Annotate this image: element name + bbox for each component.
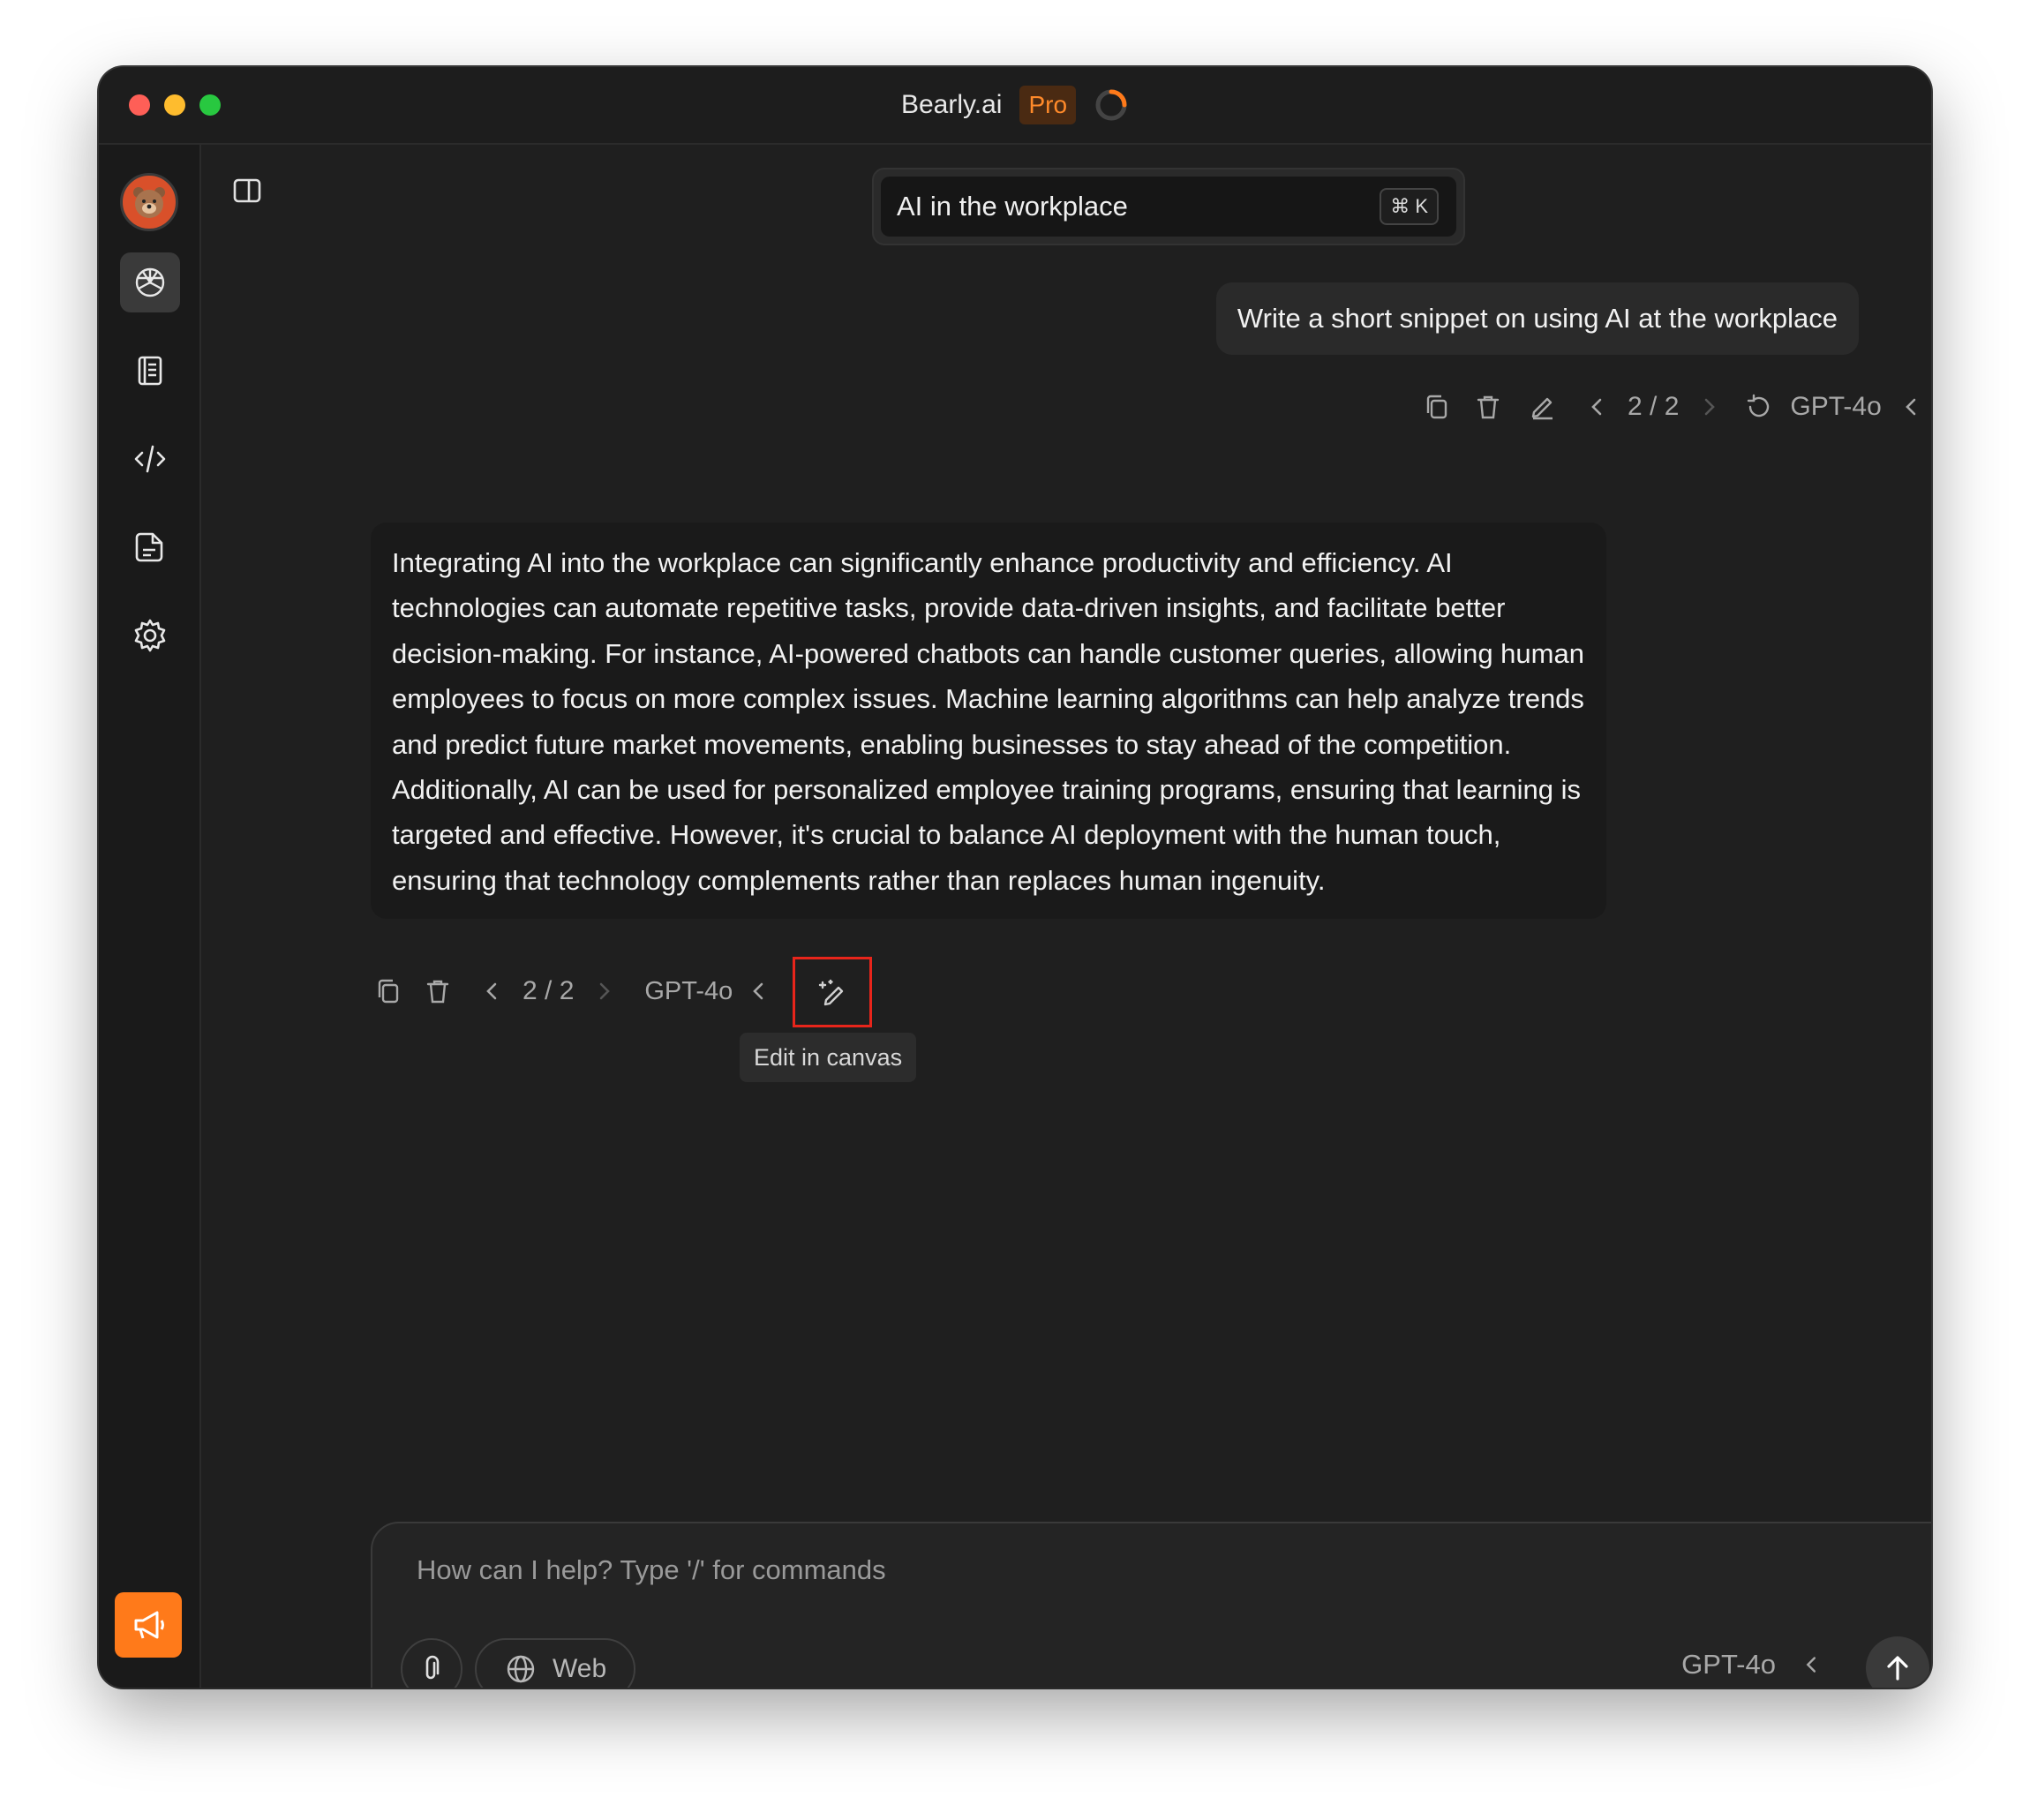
edit-in-canvas-tooltip: Edit in canvas xyxy=(740,1033,917,1082)
copy-icon[interactable] xyxy=(1423,393,1451,421)
arrow-up-icon xyxy=(1887,1656,1908,1681)
code-icon xyxy=(134,445,166,473)
attach-button[interactable] xyxy=(401,1638,462,1688)
sidebar xyxy=(99,145,201,1688)
megaphone-icon xyxy=(134,1611,164,1639)
user-message: Write a short snippet on using AI at the… xyxy=(1215,282,1859,355)
edit-pencil-icon[interactable] xyxy=(1529,393,1557,421)
document-icon xyxy=(135,532,163,562)
model-chevron-icon[interactable] xyxy=(1898,393,1926,421)
loading-spinner-icon xyxy=(1095,89,1127,121)
send-button[interactable] xyxy=(1866,1636,1929,1688)
openai-logo-icon xyxy=(135,267,165,297)
paperclip-icon xyxy=(425,1655,440,1680)
sidebar-item-notebook[interactable] xyxy=(120,341,180,401)
user-message-text: Write a short snippet on using AI at the… xyxy=(1237,303,1838,334)
previous-chevron-icon[interactable] xyxy=(1583,393,1612,421)
notebook-icon xyxy=(138,356,162,386)
copy-icon[interactable] xyxy=(374,977,402,1005)
announcements-button[interactable] xyxy=(115,1592,182,1658)
regenerate-icon[interactable] xyxy=(1744,393,1772,421)
conversation-title-bar[interactable]: AI in the workplace ⌘ K xyxy=(872,168,1465,245)
trash-icon[interactable] xyxy=(424,977,452,1005)
sidebar-item-code[interactable] xyxy=(120,429,180,489)
user-message-actions: 2 / 2 GPT-4o xyxy=(1423,392,1926,422)
chat-area: AI in the workplace ⌘ K Write a short sn… xyxy=(201,145,1931,1688)
bear-avatar-icon xyxy=(133,187,165,218)
toggle-panel-icon[interactable] xyxy=(231,175,263,207)
pro-badge: Pro xyxy=(1019,86,1077,124)
message-composer: Web GPT-4o xyxy=(371,1522,1931,1688)
next-chevron-icon[interactable] xyxy=(1695,393,1723,421)
magic-pencil-icon xyxy=(818,979,844,1006)
web-search-toggle[interactable]: Web xyxy=(475,1638,635,1688)
assistant-message: Integrating AI into the workplace can si… xyxy=(371,523,1606,920)
app-window: Bearly.ai Pro AI in the workplace ⌘ K Wr… xyxy=(99,67,1931,1688)
assistant-message-text: Integrating AI into the workplace can si… xyxy=(392,547,1584,896)
sidebar-item-documents[interactable] xyxy=(120,517,180,577)
model-chevron-icon[interactable] xyxy=(745,977,773,1005)
chevron-left-icon xyxy=(1806,1657,1816,1673)
title-bar: Bearly.ai Pro xyxy=(99,67,1931,145)
previous-chevron-icon[interactable] xyxy=(478,977,507,1005)
globe-icon xyxy=(507,1655,535,1683)
message-input[interactable] xyxy=(415,1553,1477,1587)
next-chevron-icon[interactable] xyxy=(590,977,618,1005)
sidebar-item-chat[interactable] xyxy=(120,252,180,312)
user-model-label[interactable]: GPT-4o xyxy=(1790,392,1881,422)
assistant-message-actions: 2 / 2 GPT-4o xyxy=(374,976,773,1006)
avatar[interactable] xyxy=(120,173,178,231)
assistant-pager: 2 / 2 xyxy=(523,976,575,1005)
edit-in-canvas-button[interactable] xyxy=(793,957,872,1027)
conversation-title: AI in the workplace xyxy=(897,191,1128,222)
composer-model-label: GPT-4o xyxy=(1681,1649,1776,1680)
user-pager: 2 / 2 xyxy=(1628,392,1680,421)
web-label: Web xyxy=(553,1654,607,1683)
trash-icon[interactable] xyxy=(1474,393,1502,421)
gear-icon xyxy=(134,619,166,652)
sidebar-item-settings[interactable] xyxy=(120,605,180,666)
shortcut-hint: ⌘ K xyxy=(1380,188,1439,225)
assistant-model-label[interactable]: GPT-4o xyxy=(644,977,733,1006)
model-selector[interactable]: GPT-4o xyxy=(1681,1649,1825,1681)
app-title: Bearly.ai xyxy=(900,90,1003,119)
